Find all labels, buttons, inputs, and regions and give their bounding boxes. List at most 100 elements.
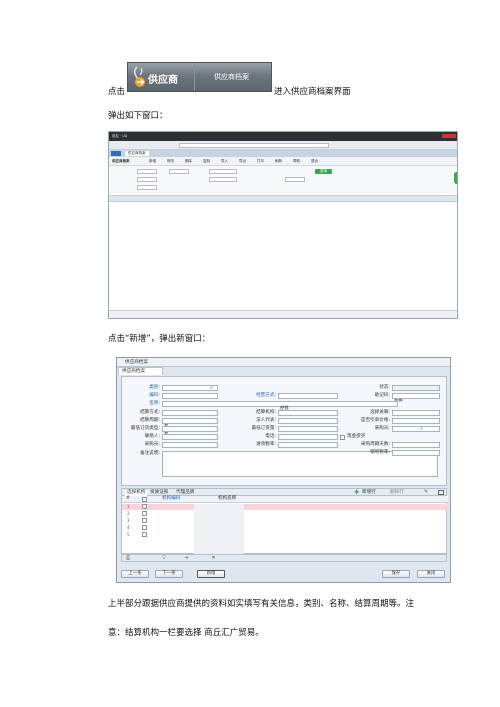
ref-price-select[interactable] — [392, 418, 440, 424]
toolbar-new[interactable]: 新增 — [149, 159, 156, 164]
search-icon[interactable]: ⌕ — [210, 385, 213, 391]
filter-field[interactable] — [137, 169, 157, 174]
row-checkbox[interactable] — [142, 532, 147, 537]
select-all-checkbox[interactable] — [142, 497, 147, 502]
supplier-grid[interactable] — [109, 202, 457, 310]
row-checkbox[interactable] — [142, 511, 147, 516]
banner-title: 供应商 — [148, 75, 178, 86]
toolbar-delete[interactable]: 删除 — [185, 159, 192, 164]
status-field: 草稿 — [392, 385, 440, 402]
field-label: 销项税率: — [370, 450, 390, 455]
grid-header-index: # — [126, 496, 130, 501]
home-icon[interactable] — [111, 151, 121, 156]
page-title: 供应商档案 — [112, 159, 130, 163]
settle-org-select[interactable] — [278, 410, 338, 416]
settle-method-select[interactable]: 无 — [162, 410, 218, 427]
filter-field[interactable] — [169, 169, 189, 174]
toolbar-exit[interactable]: 退出 — [311, 159, 318, 164]
save-button[interactable]: 保存 — [382, 570, 410, 578]
grid-header — [109, 195, 457, 202]
toolbar-import[interactable]: 导入 — [221, 159, 228, 164]
filter-field[interactable] — [209, 169, 237, 174]
window-title-bar: 供应商档案 — [117, 358, 450, 367]
grid-footer-toolbar: ⎙ ▽ ⇥ ⌗ — [121, 554, 447, 562]
table-row[interactable] — [122, 525, 448, 531]
enter-suffix-text: 进入供应商档案界面 — [274, 87, 351, 97]
align-icon[interactable]: ⇥ — [184, 555, 188, 562]
export-icon[interactable]: ⌗ — [212, 555, 215, 562]
edit-icon[interactable]: ✎ — [424, 489, 428, 496]
field-label: 最低订货量: — [251, 426, 276, 431]
field-label: 类别: — [149, 385, 160, 390]
supplier-menu-banner[interactable]: 供应商 供应商档案 — [127, 62, 272, 92]
new-button[interactable]: 新增 — [197, 570, 225, 578]
toolbar-copy[interactable]: 复制 — [203, 159, 210, 164]
filter-field[interactable] — [137, 177, 157, 182]
tab-label: 供应商档案 — [122, 369, 145, 374]
toolbar-print[interactable]: 打印 — [257, 159, 264, 164]
filter-field[interactable] — [285, 177, 305, 182]
field-label: 采购员: — [144, 442, 160, 447]
maximize-icon[interactable] — [438, 490, 444, 495]
cash-checkbox[interactable] — [340, 435, 345, 440]
table-row[interactable] — [122, 504, 448, 510]
code-input[interactable] — [162, 393, 218, 399]
address-bar — [109, 141, 457, 150]
filter-icon[interactable]: ▽ — [162, 555, 166, 562]
close-button[interactable]: 关闭 — [417, 570, 445, 578]
row-number: 3 — [127, 518, 130, 523]
buyer-input[interactable] — [162, 442, 218, 448]
contact-input[interactable] — [162, 434, 218, 440]
min-order-type-input[interactable] — [162, 426, 218, 432]
grid-header-org-name: 机构名称 — [218, 496, 237, 501]
min-order-qty-input[interactable] — [278, 426, 338, 432]
table-row[interactable] — [122, 511, 448, 517]
filter-field[interactable] — [209, 177, 237, 182]
print-icon[interactable]: ⎙ — [126, 555, 130, 562]
mnemonic-input[interactable] — [392, 393, 440, 399]
phone-input[interactable] — [278, 434, 338, 440]
grid-header-org-code: 机构编码 — [162, 496, 181, 501]
field-label: 编码: — [149, 393, 160, 398]
buyer-right-input[interactable] — [392, 426, 440, 432]
legal-rep-input[interactable] — [278, 418, 338, 424]
relation-select[interactable] — [392, 410, 440, 416]
tab-supplier-archive[interactable]: 供应商档案 — [118, 367, 163, 375]
output-tax-select[interactable] — [392, 450, 440, 456]
table-row[interactable] — [122, 518, 448, 524]
field-label: 现金欲买 — [347, 434, 366, 439]
row-number: 4 — [127, 525, 130, 530]
popup-window-text: 弹出如下窗口： — [108, 111, 168, 121]
close-icon[interactable] — [442, 134, 456, 138]
prev-record-button[interactable]: 上一条 — [121, 570, 149, 578]
field-label: 联络人: — [144, 434, 160, 439]
input-tax-select[interactable] — [278, 442, 338, 448]
toolbar-refresh[interactable]: 刷新 — [275, 159, 282, 164]
toolbar-export[interactable]: 导出 — [239, 159, 246, 164]
row-checkbox[interactable] — [142, 525, 147, 530]
purchase-days-input[interactable] — [392, 442, 440, 448]
instruction-note: 意：结算机构一栏要选择 商丘汇广贸易。 — [108, 628, 264, 638]
row-checkbox[interactable] — [142, 518, 147, 523]
toolbar-edit[interactable]: 修改 — [167, 159, 174, 164]
table-row[interactable] — [122, 532, 448, 538]
tab-supplier-archive[interactable]: 供应商档案 — [125, 151, 149, 156]
grid-shaded-column — [194, 504, 244, 554]
settle-period-select[interactable]: 无 — [162, 418, 218, 435]
query-button[interactable]: 查询 — [315, 169, 332, 174]
field-label: 结算机构: — [256, 410, 276, 415]
row-checkbox[interactable] — [142, 504, 147, 509]
window-title: 用友 · U8 — [112, 134, 128, 138]
filter-field[interactable] — [137, 185, 157, 190]
search-icon[interactable]: ⌕ — [420, 426, 423, 432]
next-record-button[interactable]: 下一条 — [155, 570, 183, 578]
side-tab-icon[interactable] — [454, 172, 457, 184]
supplier-form-panel: 类别: ⌕ 编码: 名称: 结算方式: 无 结算周期: 无 最低订货类型: 联络… — [121, 376, 447, 486]
address-input[interactable] — [179, 143, 329, 148]
instruction-paragraph: 上半部分跟据供应商提供的资料如实填写有关信息，类别、名称、结算周期等。注 — [108, 599, 415, 609]
toolbar-help[interactable]: 帮助 — [293, 159, 300, 164]
business-mode-select[interactable]: 经销 — [278, 393, 338, 410]
grid-footer — [109, 310, 457, 318]
field-label: 法人代表: — [256, 418, 276, 423]
add-row-icon[interactable]: ✚ — [354, 489, 359, 496]
